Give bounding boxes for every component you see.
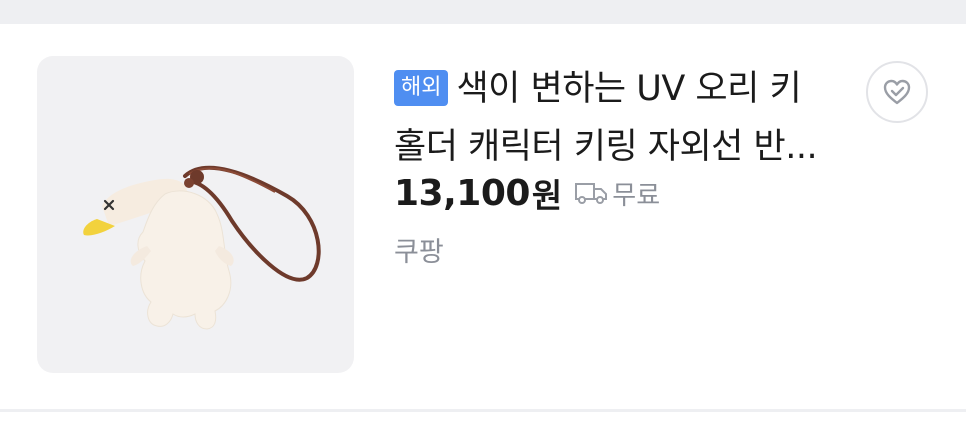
currency-label: 원	[531, 176, 563, 215]
heart-check-icon	[883, 79, 911, 105]
top-divider-band	[0, 0, 966, 24]
product-price: 13,100	[394, 172, 530, 214]
shipping-label: 무료	[612, 180, 661, 211]
product-image[interactable]	[37, 56, 354, 373]
wishlist-button[interactable]	[866, 61, 928, 123]
store-name: 쿠팡	[394, 237, 444, 268]
product-title-line2: 홀더 캐릭터 키링 자외선 반...	[394, 127, 818, 167]
bottom-divider	[0, 409, 966, 412]
price-row: 13,100 원 무료	[394, 168, 660, 218]
product-title[interactable]: 해외 색이 변하는 UV 오리 키 홀더 캐릭터 키링 자외선 반...	[394, 60, 844, 176]
duck-keyring-image	[83, 165, 321, 330]
overseas-badge: 해외	[394, 70, 449, 106]
product-title-line1: 색이 변하는 UV 오리 키	[456, 69, 802, 109]
truck-icon	[574, 181, 608, 205]
